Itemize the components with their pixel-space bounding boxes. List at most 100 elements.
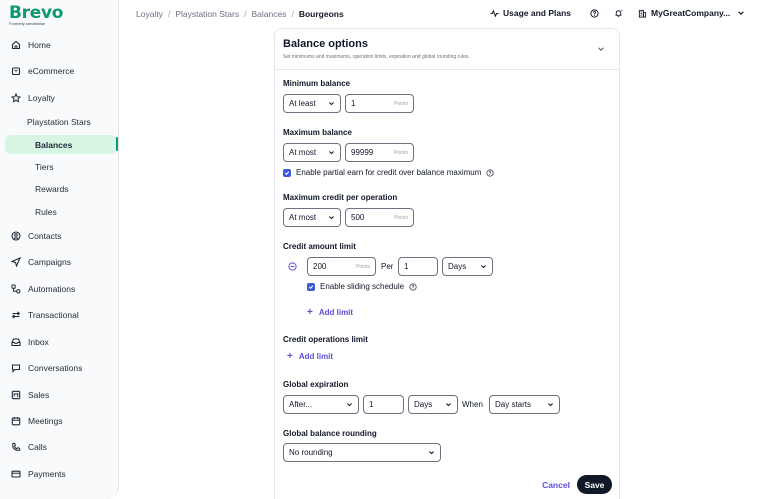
min-balance-operator-select[interactable]: At least (283, 94, 341, 113)
sidebar-item-rules[interactable]: Rules (5, 202, 117, 221)
checkmark-icon (307, 282, 315, 291)
sidebar-item-transactional[interactable]: Transactional (5, 305, 117, 324)
expiration-unit-select[interactable]: Days (408, 395, 458, 414)
sidebar-item-ecommerce[interactable]: eCommerce (5, 61, 117, 80)
expiration-operator-select[interactable]: After... (283, 395, 359, 414)
sidebar-item-inbox[interactable]: Inbox (5, 332, 117, 351)
panel-header[interactable]: Balance options Set minimums and maximum… (275, 29, 619, 70)
sidebar-item-conversations[interactable]: Conversations (5, 358, 117, 377)
sidebar-item-campaigns[interactable]: Campaigns (5, 252, 117, 271)
credit-ops-label: Credit operations limit (283, 335, 368, 344)
input-unit: Points (394, 149, 408, 156)
help-circle-icon[interactable] (486, 168, 495, 177)
sidebar-item-contacts[interactable]: Contacts (5, 226, 117, 245)
company-menu[interactable]: MyGreatCompany... (638, 8, 745, 18)
sidebar-item-label: Campaigns (28, 256, 71, 267)
home-icon (11, 40, 21, 50)
sidebar-item-program[interactable]: Playstation Stars (5, 112, 117, 131)
chevron-down-icon (480, 263, 487, 270)
sidebar-item-automations[interactable]: Automations (5, 279, 117, 298)
chevron-down-icon (445, 401, 452, 408)
help-circle-icon[interactable] (409, 282, 417, 291)
breadcrumb-separator: / (244, 9, 247, 19)
chat-icon (11, 363, 21, 373)
checkmark-icon (283, 168, 291, 177)
company-name: MyGreatCompany... (651, 8, 731, 18)
sidebar-item-calls[interactable]: Calls (5, 437, 117, 456)
max-balance-operator-select[interactable]: At most (283, 143, 341, 162)
usage-plans-label: Usage and Plans (503, 8, 572, 18)
input-unit: Points (394, 100, 408, 107)
sidebar-item-home[interactable]: Home (5, 35, 117, 54)
chevron-down-icon (737, 9, 745, 17)
add-limit-label: Add limit (318, 308, 354, 317)
per-label: Per (381, 262, 394, 271)
sidebar-item-label: Meetings (28, 415, 63, 426)
card-icon (11, 469, 21, 479)
breadcrumb-program[interactable]: Playstation Stars (175, 9, 239, 19)
star-icon (11, 92, 21, 103)
save-button[interactable]: Save (577, 475, 612, 494)
rounding-select[interactable]: No rounding (283, 443, 441, 462)
plus-icon: + (307, 307, 313, 318)
select-value: At most (289, 213, 317, 222)
remove-limit-icon[interactable] (288, 262, 297, 273)
brand-name: Brevo (9, 3, 64, 23)
sidebar-item-label: Payments (28, 468, 66, 479)
sidebar-item-sales[interactable]: Sales (5, 385, 117, 404)
max-credit-input[interactable]: 500 Points (345, 208, 414, 227)
send-icon (11, 256, 21, 267)
sidebar-item-label: Calls (28, 441, 47, 452)
sidebar-item-label: Contacts (28, 230, 62, 241)
sliding-schedule-checkbox[interactable]: Enable sliding schedule (307, 282, 417, 291)
partial-earn-checkbox[interactable]: Enable partial earn for credit over bala… (283, 168, 495, 177)
usage-plans-button[interactable]: Usage and Plans (490, 8, 571, 18)
rounding-label: Global balance rounding (283, 429, 377, 438)
building-icon (638, 9, 647, 18)
breadcrumb-balances[interactable]: Balances (251, 9, 286, 19)
add-credit-amount-limit-button[interactable]: + Add limit (307, 307, 353, 318)
sidebar-item-balances[interactable]: Balances (5, 135, 117, 154)
breadcrumb: Loyalty / Playstation Stars / Balances /… (136, 9, 344, 19)
sidebar-item-label: eCommerce (28, 65, 75, 76)
balance-options-panel: Balance options Set minimums and maximum… (274, 28, 620, 499)
active-indicator (116, 137, 118, 151)
sidebar-item-meetings[interactable]: Meetings (5, 411, 117, 430)
panel-description: Set minimums and maximums, operation lim… (283, 54, 470, 60)
sidebar-item-label: Loyalty (28, 92, 55, 103)
sidebar-item-loyalty[interactable]: Loyalty (5, 88, 117, 107)
credit-period-value-input[interactable]: 1 (398, 257, 438, 276)
select-value: At least (289, 99, 316, 108)
panel-title: Balance options (283, 38, 368, 50)
add-credit-ops-limit-button[interactable]: + Add limit (287, 351, 333, 362)
sidebar-item-label: Inbox (28, 336, 49, 347)
sidebar-item-payments[interactable]: Payments (5, 464, 117, 483)
checkbox-label: Enable sliding schedule (320, 282, 405, 291)
min-balance-input[interactable]: 1 Points (345, 94, 414, 113)
expiration-value-input[interactable]: 1 (363, 395, 404, 414)
sidebar-item-rewards[interactable]: Rewards (5, 179, 117, 198)
breadcrumb-loyalty[interactable]: Loyalty (136, 9, 163, 19)
sidebar-item-label: Rules (35, 206, 57, 217)
help-icon[interactable] (590, 8, 599, 18)
input-value: 1 (351, 99, 356, 108)
min-balance-label: Minimum balance (283, 79, 351, 88)
cancel-button[interactable]: Cancel (537, 475, 575, 494)
plus-icon: + (287, 351, 293, 362)
collapse-chevron-icon[interactable] (597, 45, 605, 55)
select-value: No rounding (289, 448, 333, 457)
input-value: 500 (351, 213, 365, 222)
contacts-icon (11, 230, 21, 241)
credit-period-unit-select[interactable]: Days (442, 257, 493, 276)
credit-amount-input[interactable]: 200 Points (307, 257, 376, 276)
notification-bell-icon[interactable] (614, 9, 623, 18)
expiration-trigger-select[interactable]: Day starts (489, 395, 560, 414)
brevo-logo[interactable]: Brevo Formerly sendinblue (9, 3, 63, 26)
max-balance-input[interactable]: 99999 Points (345, 143, 414, 162)
sidebar-item-label: Transactional (28, 309, 79, 320)
sidebar-item-tiers[interactable]: Tiers (5, 157, 117, 176)
select-value: Day starts (495, 400, 532, 409)
max-credit-operator-select[interactable]: At most (283, 208, 341, 227)
expiration-label: Global expiration (283, 380, 349, 389)
breadcrumb-current: Bourgeons (298, 9, 344, 19)
